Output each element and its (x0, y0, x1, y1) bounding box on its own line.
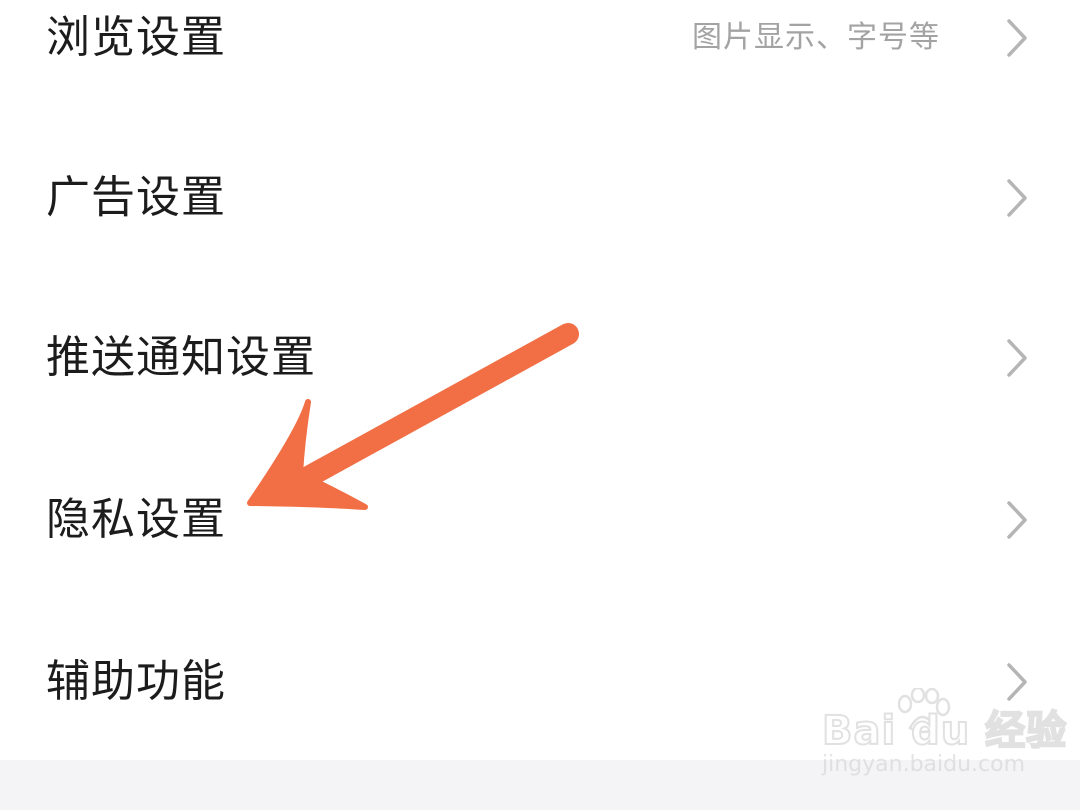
settings-item-label: 广告设置 (46, 172, 226, 223)
settings-item-label: 推送通知设置 (46, 332, 316, 383)
settings-screen: 浏览设置 图片显示、字号等 广告设置 推送通知设置 隐私设置 辅助功能 Bai … (0, 0, 1080, 810)
chevron-right-icon (1007, 179, 1027, 217)
watermark-site: jingyan.baidu.com (822, 752, 1026, 777)
settings-item-label: 隐私设置 (46, 494, 226, 545)
chevron-right-icon (1007, 501, 1027, 539)
chevron-right-icon (1007, 339, 1027, 377)
chevron-right-icon (1007, 19, 1027, 57)
settings-item-privacy[interactable]: 隐私设置 (0, 460, 1080, 580)
settings-list: 浏览设置 图片显示、字号等 广告设置 推送通知设置 隐私设置 辅助功能 (0, 0, 1080, 760)
settings-item-push-notifications[interactable]: 推送通知设置 (0, 298, 1080, 418)
settings-item-hint: 图片显示、字号等 (692, 20, 940, 55)
settings-item-browse[interactable]: 浏览设置 图片显示、字号等 (0, 0, 1080, 98)
settings-item-ads[interactable]: 广告设置 (0, 138, 1080, 258)
settings-item-label: 辅助功能 (46, 656, 226, 707)
settings-item-label: 浏览设置 (46, 12, 226, 63)
baidu-jingyan-watermark: Bai du 经验 jingyan.baidu.com (821, 688, 1067, 790)
watermark-brand: Bai du 经验 (821, 707, 1068, 755)
